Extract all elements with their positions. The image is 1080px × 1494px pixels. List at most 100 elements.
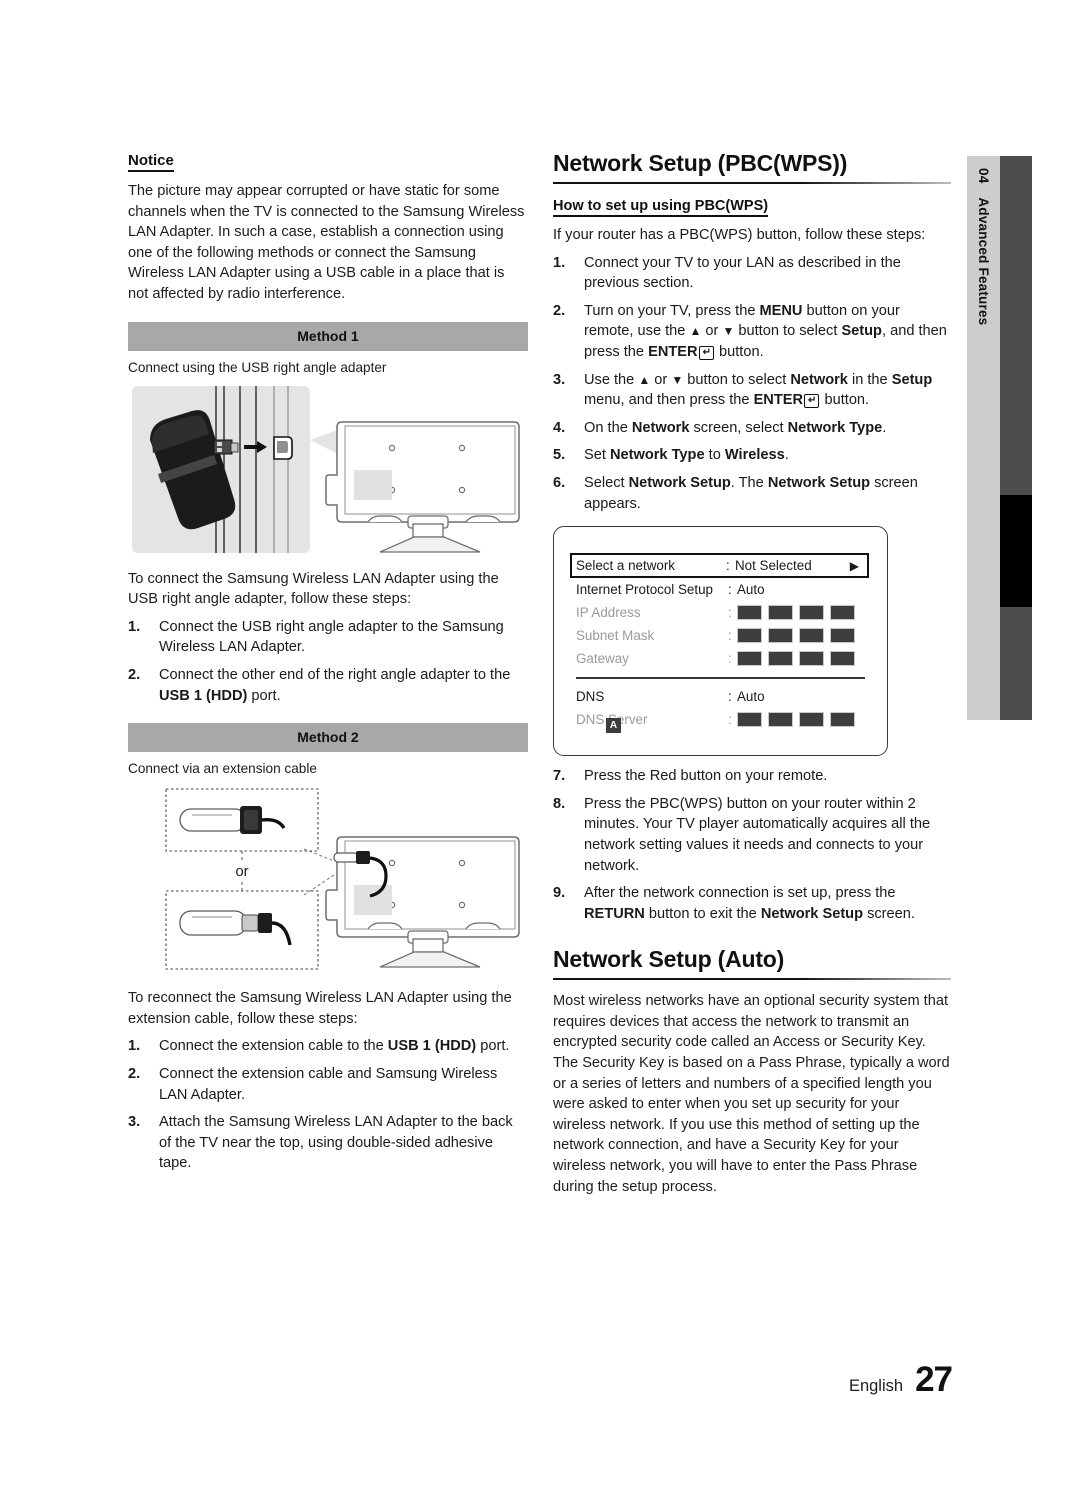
pbc-intro: If your router has a PBC(WPS) button, fo…: [553, 227, 926, 243]
page-title: Network Setup (PBC(WPS)): [553, 150, 848, 176]
method-2-or-label: or: [235, 863, 248, 880]
list-item: 5. Set Network Type to Wireless.: [553, 445, 951, 466]
step-text: Set Network Type to Wireless.: [584, 447, 789, 464]
step-text-tail: port.: [247, 687, 281, 704]
method-2-steps: 1. Connect the extension cable to the US…: [128, 1036, 528, 1174]
row-internet-protocol-setup[interactable]: Internet Protocol Setup : Auto: [576, 578, 865, 601]
value-box: [830, 711, 855, 727]
step-number: 1.: [128, 618, 141, 635]
red-button-badge-icon[interactable]: A: [606, 718, 621, 734]
setup-divider: [576, 677, 865, 679]
enter-key-icon: ↵: [698, 345, 714, 360]
step-text: Attach the Samsung Wireless LAN Adapter …: [159, 1114, 513, 1172]
list-item: 7. Press the Red button on your remote.: [553, 766, 951, 787]
row-label: DNS: [576, 688, 605, 704]
row-label: Subnet Mask: [576, 628, 655, 644]
section-2-underline: [553, 978, 951, 981]
list-item: 1. Connect the extension cable to the US…: [128, 1036, 528, 1057]
chapter-current-marker: [1000, 495, 1032, 607]
list-item: 4. On the Network screen, select Network…: [553, 418, 951, 439]
right-column: Network Setup (PBC(WPS)) How to set up u…: [553, 150, 951, 1197]
value-box: [799, 711, 824, 727]
row-label: Gateway: [576, 651, 629, 667]
network-setup-rows: Select a network : Not Selected ▶ Intern…: [570, 553, 869, 731]
value-box: [737, 711, 762, 727]
chevron-right-icon[interactable]: ▶: [850, 559, 859, 573]
value-box: [737, 605, 762, 621]
row-gateway: Gateway :: [576, 647, 865, 670]
row-dns[interactable]: DNS : Auto: [576, 685, 865, 708]
step-number: 3.: [128, 1114, 141, 1131]
row-colon: :: [728, 651, 732, 667]
subsection-heading: How to set up using PBC(WPS): [553, 198, 769, 217]
pbc-steps: 1. Connect your TV to your LAN as descri…: [553, 253, 951, 515]
step-number: 2.: [128, 1065, 141, 1082]
value-box: [768, 628, 793, 644]
step-text: On the Network screen, select Network Ty…: [584, 419, 887, 436]
step-text: Press the Red button on your remote.: [584, 768, 828, 785]
chapter-tab: 04 Advanced Features: [967, 156, 1000, 720]
list-item: 1. Connect the USB right angle adapter t…: [128, 617, 528, 658]
step-text: Select Network Setup. The Network Setup …: [584, 474, 918, 512]
method-2-diagram: or: [128, 783, 528, 978]
step-text: Connect the USB right angle adapter to t…: [159, 618, 504, 656]
list-item: 2. Connect the other end of the right an…: [128, 665, 528, 706]
dns-server-value-boxes: [737, 711, 855, 727]
footer-language: English: [848, 1377, 904, 1395]
ip-address-value-boxes: [737, 605, 855, 621]
row-colon: :: [728, 711, 732, 727]
method-2-illustration: or: [165, 788, 520, 970]
value-box: [768, 711, 793, 727]
row-label: Select a network: [576, 558, 675, 574]
step-text: Turn on your TV, press the MENU button o…: [584, 302, 947, 360]
chapter-progress-bar: [1000, 156, 1032, 720]
method-1-illustration: [132, 385, 520, 553]
row-label: Internet Protocol Setup: [576, 582, 713, 598]
footer-page-number: 27: [915, 1360, 953, 1399]
step-text-bold: USB 1 (HDD): [159, 687, 248, 704]
row-select-a-network[interactable]: Select a network : Not Selected ▶: [570, 553, 869, 579]
step-number: 8.: [553, 795, 566, 812]
left-column: Notice The picture may appear corrupted …: [128, 152, 528, 1181]
value-box: [737, 628, 762, 644]
list-item: 9. After the network connection is set u…: [553, 883, 951, 924]
row-subnet-mask: Subnet Mask :: [576, 624, 865, 647]
title-underline: [553, 182, 951, 184]
step-text: Press the PBC(WPS) button on your router…: [584, 795, 931, 874]
step-text: Connect the extension cable to the: [159, 1038, 388, 1055]
value-box: [830, 651, 855, 667]
step-text: Connect the other end of the right angle…: [159, 666, 511, 683]
row-label: DNS Server: [576, 711, 648, 727]
notice-body: The picture may appear corrupted or have…: [128, 183, 525, 302]
value-box: [768, 605, 793, 621]
method-1-banner: Method 1: [128, 321, 528, 351]
notice-heading: Notice: [128, 152, 174, 172]
enter-key-icon: ↵: [804, 394, 820, 409]
row-value: Auto: [737, 688, 765, 704]
value-box: [768, 651, 793, 667]
method-2-caption: Connect via an extension cable: [128, 761, 317, 777]
list-item: 2. Connect the extension cable and Samsu…: [128, 1064, 528, 1105]
step-text-bold: USB 1 (HDD): [387, 1038, 477, 1055]
section-2-title: Network Setup (Auto): [553, 946, 785, 973]
step-text: Connect the extension cable and Samsung …: [159, 1065, 498, 1103]
value-box: [799, 605, 824, 621]
step-number: 2.: [553, 302, 566, 319]
step-number: 9.: [553, 885, 566, 902]
row-colon: :: [728, 688, 732, 704]
list-item: 3. Attach the Samsung Wireless LAN Adapt…: [128, 1112, 528, 1174]
method-2-banner: Method 2: [128, 723, 528, 753]
manual-page: 04 Advanced Features Notice The picture …: [0, 0, 1080, 1494]
chapter-tab-text: 04 Advanced Features: [967, 156, 1000, 720]
method-2-intro: To reconnect the Samsung Wireless LAN Ad…: [128, 990, 512, 1027]
step-number: 7.: [553, 768, 566, 785]
section-2-body: Most wireless networks have an optional …: [553, 993, 950, 1195]
value-box: [799, 651, 824, 667]
method-1-diagram: [128, 382, 528, 557]
method-1-caption: Connect using the USB right angle adapte…: [128, 359, 387, 375]
row-value: Auto: [737, 582, 765, 598]
step-text: Use the ▲ or ▼ button to select Network …: [584, 371, 933, 409]
method-1-steps: 1. Connect the USB right angle adapter t…: [128, 617, 528, 706]
row-label: IP Address: [576, 605, 641, 621]
subnet-mask-value-boxes: [737, 628, 855, 644]
